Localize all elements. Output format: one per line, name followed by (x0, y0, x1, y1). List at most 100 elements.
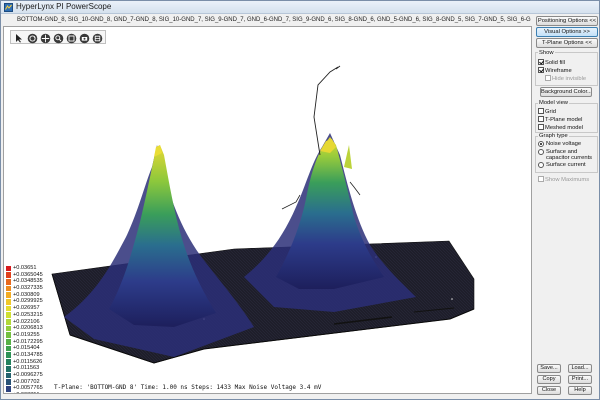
surface-cap-currents-radio[interactable]: Surface and capacitor currents (538, 149, 598, 161)
legend-item: +0.003851 (6, 392, 58, 393)
legend-swatch (6, 325, 11, 332)
options-panel: Positioning Options << Visual Options >>… (534, 15, 599, 397)
legend-swatch (6, 285, 11, 292)
tplane-model-check-icon (538, 116, 544, 122)
positioning-options-button[interactable]: Positioning Options << (536, 16, 598, 26)
grid-checkbox[interactable]: Grid (538, 108, 556, 115)
show-maximums-check-icon (538, 176, 544, 182)
noise-voltage-radio-icon (538, 141, 544, 147)
legend-item: +0.026957 (6, 305, 58, 312)
legend-swatch (6, 332, 11, 339)
legend-label: +0.019255 (13, 331, 40, 338)
tplane-model-label: T-Plane model (545, 117, 583, 123)
legend-item: +0.007702 (6, 379, 58, 386)
solid-fill-label: Solid fill (545, 60, 565, 66)
legend-item: +0.03651 (6, 265, 58, 272)
legend-label: +0.0172295 (13, 338, 43, 345)
copy-button[interactable]: Copy (537, 375, 561, 384)
title-bar[interactable]: HyperLynx PI PowerScope (1, 1, 599, 14)
hide-invisible-check-icon (545, 75, 551, 81)
legend-swatch (6, 278, 11, 285)
meshed-model-check-icon (538, 124, 544, 130)
legend-label: +0.0348535 (13, 278, 43, 285)
legend-swatch (6, 372, 11, 379)
legend-label: +0.026957 (13, 305, 40, 312)
noise-voltage-label: Noise voltage (546, 141, 582, 147)
surface-current-label: Surface current (546, 162, 586, 168)
legend-item: +0.015404 (6, 345, 58, 352)
legend-item: +0.0206813 (6, 325, 58, 332)
legend-item: +0.0253215 (6, 312, 58, 319)
legend-item: +0.030809 (6, 292, 58, 299)
wireframe-check-icon (538, 67, 544, 73)
hide-invisible-checkbox[interactable]: Hide invisible (545, 75, 586, 82)
legend-item: +0.0365045 (6, 272, 58, 279)
legend-item: +0.022106 (6, 319, 58, 326)
load-button[interactable]: Load... (568, 364, 592, 373)
legend-label: +0.0299925 (13, 298, 43, 305)
legend-label: +0.0115626 (13, 358, 43, 365)
surface-cap-label: Surface and capacitor currents (546, 149, 593, 161)
status-line: T-Plane: 'BOTTOM-GND 8' Time: 1.00 ns St… (54, 384, 322, 391)
legend-swatch (6, 385, 11, 392)
surface-current-radio[interactable]: Surface current (538, 162, 598, 169)
legend-label: +0.0206813 (13, 325, 43, 332)
wireframe-label: Wireframe (545, 68, 572, 74)
legend-label: +0.0253215 (13, 311, 43, 318)
legend-item: +0.0134785 (6, 352, 58, 359)
legend-label: +0.0134785 (13, 351, 43, 358)
legend-swatch (6, 298, 11, 305)
legend-swatch (6, 379, 11, 385)
legend-label: +0.022106 (13, 318, 40, 325)
solid-fill-check-icon (538, 59, 544, 65)
grid-label: Grid (545, 109, 556, 115)
window-title: HyperLynx PI PowerScope (16, 2, 112, 11)
visual-options-button[interactable]: Visual Options >> (536, 27, 598, 37)
print-button[interactable]: Print... (568, 375, 592, 384)
legend-swatch (6, 312, 11, 318)
legend-item: +0.0348535 (6, 278, 58, 285)
noise-voltage-radio[interactable]: Noise voltage (538, 141, 598, 148)
legend-label: +0.03651 (13, 265, 37, 271)
legend-item: +0.0327335 (6, 285, 58, 292)
legend-item: +0.0172295 (6, 339, 58, 346)
hide-invisible-label: Hide invisible (552, 76, 587, 82)
voltage-color-legend: +0.03651 +0.0365045 +0.0348535 +0.0327335 +0… (6, 265, 58, 393)
close-button[interactable]: Close (537, 386, 561, 395)
powerscope-window: HyperLynx PI PowerScope BOTTOM-GND_8, SI… (0, 0, 600, 400)
legend-label: +0.0096275 (13, 372, 43, 378)
layers-list: BOTTOM-GND_8, SIG_10-GND_8, GND_7-GND_8,… (1, 15, 531, 25)
meshed-model-label: Meshed model (545, 125, 584, 131)
legend-swatch (6, 365, 11, 372)
legend-swatch (6, 352, 11, 359)
legend-label: +0.0057765 (13, 385, 43, 392)
legend-label: +0.030809 (13, 291, 40, 298)
meshed-model-checkbox[interactable]: Meshed model (538, 124, 583, 131)
save-button[interactable]: Save... (537, 364, 561, 373)
tplane-options-button[interactable]: T-Plane Options << (536, 38, 598, 48)
3d-viewport[interactable]: +0.03651 +0.0365045 +0.0348535 +0.0327335 +0… (3, 26, 532, 394)
legend-swatch (6, 339, 11, 345)
app-icon (4, 3, 13, 12)
show-maximums-label: Show Maximums (545, 177, 590, 183)
legend-item: +0.0299925 (6, 298, 58, 305)
wireframe-checkbox[interactable]: Wireframe (538, 67, 572, 74)
legend-swatch (6, 272, 11, 278)
surface-cap-radio-icon (538, 149, 544, 155)
legend-label: +0.003851 (13, 392, 40, 393)
graph-type-section-label: Graph type (538, 133, 569, 139)
solid-fill-checkbox[interactable]: Solid fill (538, 59, 565, 66)
noise-voltage-surface (51, 65, 475, 364)
legend-label: +0.011563 (13, 365, 40, 372)
show-maximums-checkbox[interactable]: Show Maximums (538, 176, 589, 183)
help-button[interactable]: Help (568, 386, 592, 395)
legend-item: +0.0115626 (6, 359, 58, 366)
legend-item: +0.0057765 (6, 385, 58, 392)
legend-swatch (6, 392, 11, 393)
legend-swatch (6, 292, 11, 298)
background-color-button[interactable]: Background Color... (540, 87, 592, 97)
legend-swatch (6, 319, 11, 325)
legend-swatch (6, 305, 11, 312)
legend-item: +0.011563 (6, 365, 58, 372)
tplane-model-checkbox[interactable]: T-Plane model (538, 116, 582, 123)
